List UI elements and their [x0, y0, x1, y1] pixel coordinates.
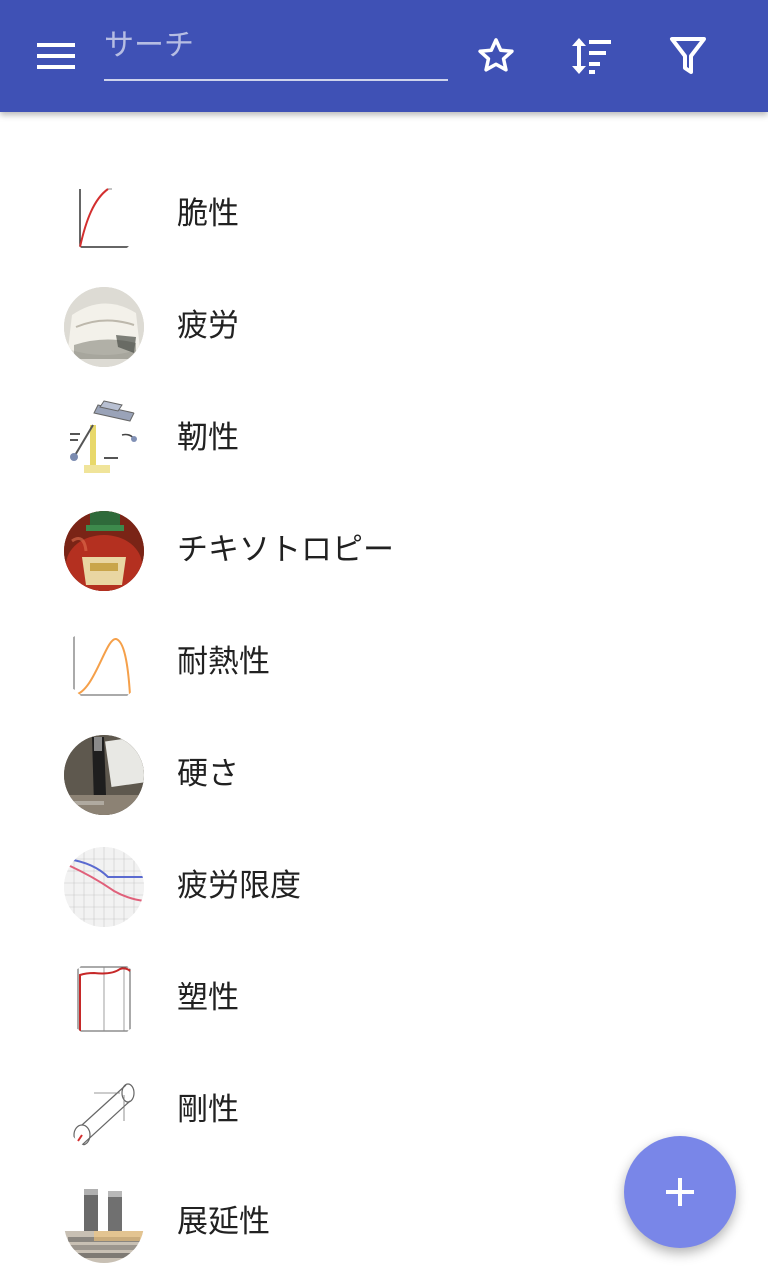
list-item-label: 塑性: [177, 980, 239, 1016]
list-item[interactable]: 靭性: [0, 382, 768, 494]
filter-button[interactable]: [660, 28, 716, 84]
sort-button[interactable]: [563, 28, 619, 84]
list-item[interactable]: チキソトロピー: [0, 494, 768, 606]
menu-icon: [37, 43, 75, 69]
list-item[interactable]: 疲労限度: [0, 830, 768, 942]
list-item-label: 疲労: [177, 308, 239, 344]
menu-button[interactable]: [26, 28, 86, 84]
metal-rods-thumbnail: [64, 1183, 144, 1263]
search-input[interactable]: [104, 22, 448, 68]
list-item[interactable]: 硬さ: [0, 718, 768, 830]
list-item-label: 硬さ: [177, 756, 239, 792]
list-item[interactable]: 塑性: [0, 942, 768, 1054]
stress-strain-thumbnail: [64, 959, 144, 1039]
favorites-button[interactable]: [468, 28, 524, 84]
fatigue-photo-thumbnail: [64, 287, 144, 367]
list-item-label: 靭性: [177, 420, 239, 456]
search-underline: [104, 79, 448, 81]
star-icon: [478, 38, 514, 72]
search-field: [104, 22, 448, 82]
orange-curve-thumbnail: [64, 623, 144, 703]
list-item-label: 剛性: [177, 1092, 239, 1128]
list-item-label: チキソトロピー: [177, 532, 394, 568]
plus-icon: [666, 1178, 694, 1206]
sn-curve-thumbnail: [64, 847, 144, 927]
list-item-label: 展延性: [177, 1204, 270, 1240]
topic-list: 脆性 疲労 靭性 チキソトロピー 耐熱性 硬さ 疲労限度 塑性 剛性 展延性: [0, 158, 768, 1278]
hardness-tester-thumbnail: [64, 735, 144, 815]
cylinder-diagram-thumbnail: [64, 1071, 144, 1151]
app-bar: [0, 0, 768, 112]
filter-icon: [670, 37, 706, 74]
list-item[interactable]: 耐熱性: [0, 606, 768, 718]
ketchup-bottle-thumbnail: [64, 511, 144, 591]
list-item[interactable]: 脆性: [0, 158, 768, 270]
curve-graph-thumbnail: [64, 175, 144, 255]
list-item-label: 耐熱性: [177, 644, 270, 680]
sort-icon: [572, 38, 611, 74]
pendulum-diagram-thumbnail: [64, 399, 144, 479]
list-item-label: 疲労限度: [177, 868, 301, 904]
add-button[interactable]: [624, 1136, 736, 1248]
list-item-label: 脆性: [177, 196, 239, 232]
list-item[interactable]: 疲労: [0, 270, 768, 382]
